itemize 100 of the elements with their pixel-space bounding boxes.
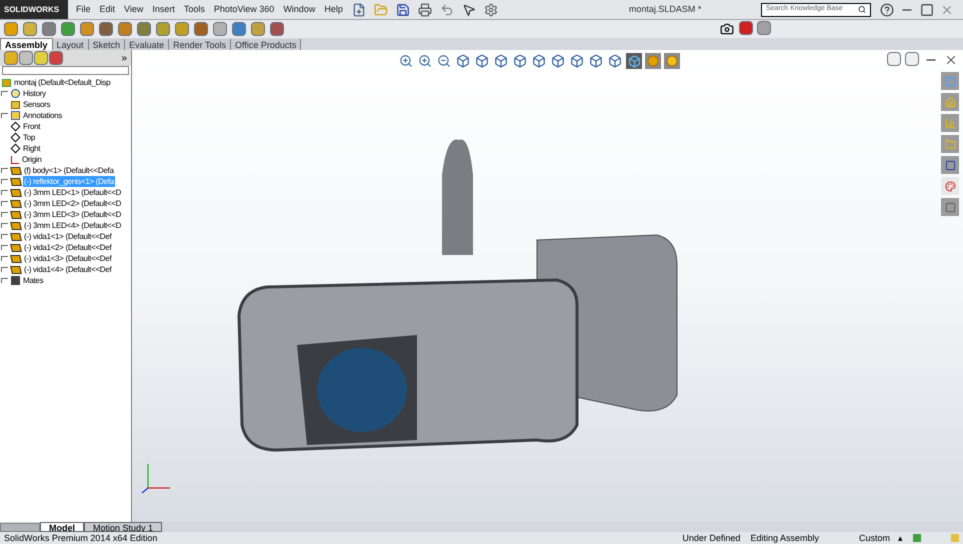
task-pane-tab[interactable]	[941, 177, 959, 195]
expand-icon[interactable]	[1, 179, 8, 184]
view-cube-icon[interactable]	[493, 53, 509, 69]
view-cube-icon[interactable]	[531, 53, 547, 69]
zoom-icon[interactable]	[417, 53, 433, 69]
zoom-out-icon[interactable]	[436, 53, 452, 69]
tool-icon[interactable]	[99, 22, 113, 36]
expand-icon[interactable]	[1, 201, 8, 206]
tree-item[interactable]: Right	[22, 143, 42, 154]
units-caret[interactable]: ▴	[898, 532, 903, 544]
tool-icon[interactable]	[80, 22, 94, 36]
menu-item[interactable]: Edit	[100, 2, 116, 16]
tool-icon[interactable]	[251, 22, 265, 36]
menu-item[interactable]: Tools	[184, 2, 205, 16]
maximize-icon[interactable]	[919, 2, 935, 18]
filter-field[interactable]	[2, 66, 129, 75]
tree-item[interactable]: (-) 3mm LED<2> (Default<<D	[23, 198, 122, 209]
expand-icon[interactable]	[1, 278, 8, 283]
tree-item[interactable]: Origin	[21, 154, 43, 165]
help-icon[interactable]	[879, 2, 895, 18]
appearance-tab-icon[interactable]	[49, 51, 63, 65]
tool-icon[interactable]	[270, 22, 284, 36]
tree-item[interactable]: Sensors	[22, 99, 52, 110]
tree-item[interactable]: (-) 3mm LED<1> (Default<<D	[23, 187, 122, 198]
expand-icon[interactable]	[1, 113, 8, 118]
view-cube-icon[interactable]	[607, 53, 623, 69]
command-tab[interactable]: Sketch	[88, 39, 126, 50]
expand-icon[interactable]	[1, 168, 8, 173]
tool-icon[interactable]	[194, 22, 208, 36]
view-cube-icon[interactable]	[550, 53, 566, 69]
tool-icon[interactable]	[232, 22, 246, 36]
settings-icon[interactable]	[482, 2, 499, 18]
camera-icon[interactable]	[719, 21, 735, 37]
expand-icon[interactable]	[1, 245, 8, 250]
tool-icon[interactable]	[137, 22, 151, 36]
expand-icon[interactable]	[1, 267, 8, 272]
command-tab[interactable]: Assembly	[0, 38, 53, 50]
feature-tree-tab-icon[interactable]	[4, 51, 18, 65]
property-tab-icon[interactable]	[19, 51, 33, 65]
sensor-icon	[11, 100, 20, 108]
tool-icon[interactable]	[118, 22, 132, 36]
task-pane-tab[interactable]	[941, 156, 959, 174]
menu-item[interactable]: Window	[283, 2, 316, 16]
tool-icon[interactable]	[213, 22, 227, 36]
units-selector[interactable]: Custom	[858, 532, 890, 544]
tree-item[interactable]: (-) 3mm LED<3> (Default<<D	[23, 209, 122, 220]
undo-icon[interactable]	[438, 2, 455, 18]
tree-item[interactable]: montaj (Default<Default_Disp	[14, 77, 110, 88]
record-icon[interactable]	[739, 21, 753, 35]
view-cube-icon[interactable]	[474, 53, 490, 69]
tree-item[interactable]: Annotations	[22, 110, 63, 121]
app-logo[interactable]: SOLIDWORKS	[0, 0, 68, 19]
origin-icon	[11, 156, 19, 164]
window-title: montaj.SLDASM *	[628, 2, 702, 16]
menu-item[interactable]: PhotoView 360	[214, 2, 274, 16]
stop-icon[interactable]	[757, 21, 771, 35]
command-tab[interactable]: Render Tools	[169, 39, 231, 50]
command-tab[interactable]: Evaluate	[125, 39, 170, 50]
tool-icon[interactable]	[42, 22, 56, 36]
command-tab[interactable]: Office Products	[230, 39, 302, 50]
model-tab[interactable]: Model	[40, 522, 84, 532]
tree-item[interactable]: Front	[22, 121, 42, 132]
model-tab[interactable]: Motion Study 1	[84, 522, 162, 532]
expand-icon[interactable]	[1, 212, 8, 217]
expand-icon[interactable]	[1, 190, 8, 195]
menu-item[interactable]: File	[76, 2, 91, 16]
zoom-icon[interactable]	[398, 53, 414, 69]
view-cube-icon[interactable]	[569, 53, 585, 69]
save-icon[interactable]	[394, 2, 411, 18]
expand-icon[interactable]	[1, 234, 8, 239]
tree-item[interactable]: (f) body<1> (Default<<Defa	[23, 165, 115, 176]
tool-icon[interactable]	[175, 22, 189, 36]
tree-item[interactable]: (-) vida1<4> (Default<<Def	[23, 264, 112, 275]
tool-icon[interactable]	[61, 22, 75, 36]
tool-icon[interactable]	[4, 22, 18, 36]
tree-item[interactable]: Mates	[22, 275, 44, 286]
tree-item[interactable]: (-) vida1<3> (Default<<Def	[23, 253, 112, 264]
config-tab-icon[interactable]	[34, 51, 48, 65]
tree-item[interactable]: (-) vida1<1> (Default<<Def	[23, 231, 112, 242]
view-cube-icon[interactable]	[512, 53, 528, 69]
view-cube-icon[interactable]	[455, 53, 471, 69]
viewport-button-icon[interactable]	[887, 52, 901, 66]
viewport-button-icon[interactable]	[905, 52, 919, 66]
print-icon[interactable]	[416, 2, 433, 18]
collapse-button[interactable]: »	[121, 50, 127, 66]
expand-icon[interactable]	[1, 91, 8, 96]
tree-item[interactable]: (-) 3mm LED<4> (Default<<D	[23, 220, 122, 231]
menu-item[interactable]: Insert	[152, 2, 175, 16]
menu-item[interactable]: View	[124, 2, 144, 16]
expand-icon[interactable]	[1, 223, 8, 228]
tree-item[interactable]: (-) vida1<2> (Default<<Def	[23, 242, 112, 253]
tree-item[interactable]: Top	[22, 132, 36, 143]
command-tab[interactable]: Layout	[52, 39, 89, 50]
menu-item[interactable]: Help	[324, 2, 343, 16]
tree-item[interactable]: History	[22, 88, 47, 99]
expand-icon[interactable]	[1, 256, 8, 261]
display-style-button[interactable]	[626, 53, 642, 69]
tool-icon[interactable]	[156, 22, 170, 36]
tool-icon[interactable]	[23, 22, 37, 36]
view-cube-icon[interactable]	[588, 53, 604, 69]
